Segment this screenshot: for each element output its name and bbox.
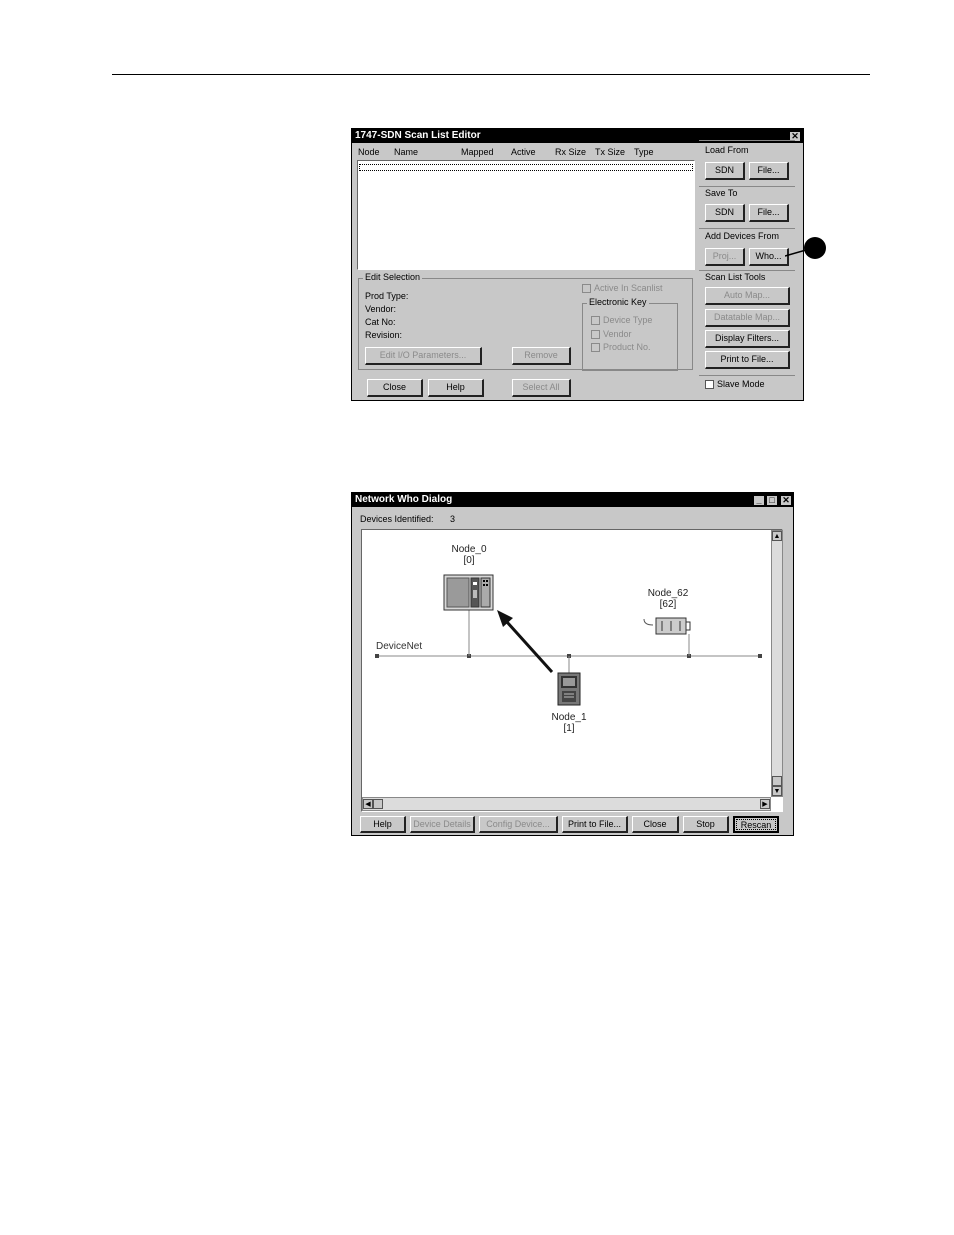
vertical-scrollbar[interactable]: ▲ ▼: [771, 530, 783, 797]
stop-button[interactable]: Stop: [683, 816, 729, 833]
column-header-tx-size[interactable]: Tx Size: [595, 147, 625, 157]
horizontal-scrollbar[interactable]: ◀ ▶: [362, 797, 771, 811]
select-all-button[interactable]: Select All: [512, 379, 571, 397]
scroll-left-icon[interactable]: ◀: [363, 799, 373, 809]
vendor-label: Vendor:: [365, 304, 397, 314]
node-name: Node_1: [551, 712, 587, 723]
window-title: 1747-SDN Scan List Editor: [355, 130, 481, 141]
slave-mode-divider: [699, 375, 795, 376]
load-from-divider: [699, 140, 795, 141]
revision-label: Revision:: [365, 330, 403, 340]
minimize-icon[interactable]: _: [753, 495, 765, 506]
network-diagram: [375, 574, 762, 706]
close-button[interactable]: Close: [632, 816, 679, 833]
column-header-active[interactable]: Active: [511, 147, 536, 157]
maximize-icon[interactable]: □: [766, 495, 778, 506]
add-devices-from-label: Add Devices From: [705, 231, 780, 241]
product-no-label: Product No.: [603, 342, 651, 352]
node-0-device-icon: [443, 574, 494, 611]
rescan-button[interactable]: Rescan: [733, 816, 779, 833]
save-to-divider: [699, 186, 795, 187]
electronic-key-label: Electronic Key: [587, 297, 649, 307]
edit-io-parameters-button[interactable]: Edit I/O Parameters...: [365, 347, 482, 365]
display-filters-button[interactable]: Display Filters...: [705, 330, 790, 348]
config-device-button[interactable]: Config Device...: [479, 816, 558, 833]
auto-map-button[interactable]: Auto Map...: [705, 287, 790, 305]
add-devices-divider: [699, 228, 795, 229]
network-who-window: Network Who Dialog _ □ ✕ Devices Identif…: [351, 492, 794, 836]
network-who-titlebar: Network Who Dialog: [352, 493, 793, 507]
column-header-type[interactable]: Type: [634, 147, 654, 157]
network-canvas[interactable]: DeviceNet Node_0 [0] Node_1 [1] Node_62 …: [361, 529, 783, 812]
cat-no-label: Cat No:: [365, 317, 396, 327]
trunk-tap: [375, 654, 379, 658]
node-62-device-icon: [643, 617, 691, 635]
active-in-scanlist-label: Active In Scanlist: [594, 283, 663, 293]
close-button[interactable]: Close: [367, 379, 423, 397]
node-0-label[interactable]: Node_0 [0]: [442, 544, 496, 566]
relationship-arrow: [505, 620, 554, 674]
node-1-device-icon: [557, 672, 581, 706]
who-button[interactable]: Who...: [749, 248, 789, 266]
scan-list-tools-divider: [699, 270, 795, 271]
scroll-right-icon[interactable]: ▶: [760, 799, 770, 809]
column-header-mapped[interactable]: Mapped: [461, 147, 494, 157]
node-address: [0]: [463, 555, 475, 566]
slave-mode-label: Slave Mode: [717, 379, 765, 389]
load-sdn-button[interactable]: SDN: [705, 162, 745, 180]
trunk-tap: [758, 654, 762, 658]
node-address: [1]: [563, 723, 575, 734]
node-1-label[interactable]: Node_1 [1]: [542, 712, 596, 734]
page-rule: [112, 74, 870, 75]
scroll-up-icon[interactable]: ▲: [772, 531, 782, 541]
devices-identified-value: 3: [450, 514, 456, 524]
node-62-label[interactable]: Node_62 [62]: [638, 588, 698, 610]
save-to-label: Save To: [705, 188, 738, 198]
scroll-thumb[interactable]: [772, 776, 782, 786]
scan-list-editor-window: 1747-SDN Scan List Editor ✕ Node Name Ma…: [351, 128, 804, 401]
callout-bullet: [804, 237, 826, 259]
focus-row: [359, 164, 693, 171]
device-details-button[interactable]: Device Details: [410, 816, 475, 833]
print-to-file-button[interactable]: Print to File...: [562, 816, 628, 833]
devices-identified-label: Devices Identified:: [360, 514, 434, 524]
device-type-checkbox[interactable]: [591, 316, 600, 325]
slave-mode-checkbox[interactable]: [705, 380, 714, 389]
print-to-file-button[interactable]: Print to File...: [705, 351, 790, 369]
vendor-checkbox[interactable]: [591, 330, 600, 339]
active-in-scanlist-checkbox[interactable]: [582, 284, 591, 293]
load-from-label: Load From: [705, 145, 749, 155]
column-header-rx-size[interactable]: Rx Size: [555, 147, 586, 157]
node-name: Node_0: [451, 544, 487, 555]
scan-list-tools-label: Scan List Tools: [705, 272, 766, 282]
column-header-name[interactable]: Name: [394, 147, 418, 157]
edit-selection-label: Edit Selection: [363, 272, 423, 282]
vendor-checkbox-label: Vendor: [603, 329, 632, 339]
save-file-button[interactable]: File...: [749, 204, 789, 222]
save-sdn-button[interactable]: SDN: [705, 204, 745, 222]
product-no-checkbox[interactable]: [591, 343, 600, 352]
help-button[interactable]: Help: [428, 379, 484, 397]
help-button[interactable]: Help: [360, 816, 406, 833]
node-name: Node_62: [647, 588, 689, 599]
close-icon[interactable]: ✕: [780, 495, 792, 506]
column-header-node[interactable]: Node: [358, 147, 380, 157]
remove-button[interactable]: Remove: [512, 347, 571, 365]
scroll-thumb[interactable]: [373, 799, 383, 809]
device-type-label: Device Type: [603, 315, 653, 325]
proj-button[interactable]: Proj...: [705, 248, 745, 266]
scroll-down-icon[interactable]: ▼: [772, 786, 782, 796]
window-title: Network Who Dialog: [355, 494, 453, 505]
node-address: [62]: [659, 599, 677, 610]
datatable-map-button[interactable]: Datatable Map...: [705, 309, 790, 327]
devicenet-label: DeviceNet: [376, 641, 423, 652]
scan-list-box[interactable]: [357, 160, 695, 270]
prod-type-label: Prod Type:: [365, 291, 409, 301]
load-file-button[interactable]: File...: [749, 162, 789, 180]
